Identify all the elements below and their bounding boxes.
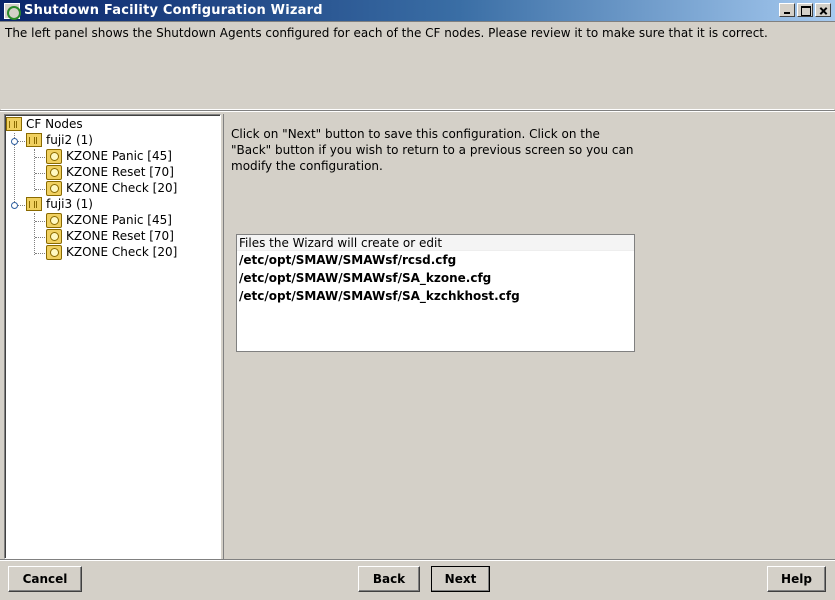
tree-agent-label: KZONE Panic [45] <box>66 149 172 163</box>
cancel-button[interactable]: Cancel <box>8 566 82 592</box>
tree-line <box>35 237 45 238</box>
window-controls <box>779 3 831 17</box>
tree-root-cf-nodes[interactable]: CF Nodes <box>6 116 83 132</box>
next-button-label: Next <box>444 571 477 586</box>
shutdown-agent-icon <box>46 228 62 244</box>
help-button-label: Help <box>781 572 812 586</box>
tree-agent-item[interactable]: KZONE Check [20] <box>46 180 177 196</box>
cancel-button-label: Cancel <box>22 572 68 586</box>
help-button[interactable]: Help <box>767 566 826 592</box>
tree-agent-item[interactable]: KZONE Panic [45] <box>46 148 172 164</box>
back-button[interactable]: Back <box>358 566 420 592</box>
folder-icon <box>26 133 42 147</box>
tree-line <box>35 221 45 222</box>
expand-toggle-icon[interactable] <box>11 202 18 209</box>
list-item[interactable]: /etc/opt/SMAW/SMAWsf/SA_kzchkhost.cfg <box>237 287 634 305</box>
tree-line <box>34 213 35 255</box>
shutdown-agent-icon <box>46 244 62 260</box>
tree-agent-item[interactable]: KZONE Check [20] <box>46 244 177 260</box>
tree-agent-label: KZONE Reset [70] <box>66 229 174 243</box>
tree-agent-item[interactable]: KZONE Reset [70] <box>46 164 174 180</box>
files-list[interactable]: Files the Wizard will create or edit /et… <box>236 234 635 352</box>
divider <box>0 559 835 561</box>
summary-panel: Click on "Next" button to save this conf… <box>223 114 831 559</box>
tree-agent-label: KZONE Check [20] <box>66 181 178 195</box>
next-button[interactable]: Next <box>431 566 490 592</box>
folder-icon <box>6 117 22 131</box>
back-button-label: Back <box>372 572 406 586</box>
tree-line <box>35 253 45 254</box>
tree-line <box>35 157 45 158</box>
app-icon <box>4 2 21 20</box>
minimize-button[interactable] <box>779 3 795 17</box>
tree-agent-label: KZONE Panic [45] <box>66 213 172 227</box>
folder-icon <box>26 197 42 211</box>
files-list-header: Files the Wizard will create or edit <box>237 235 634 251</box>
shutdown-agent-icon <box>46 212 62 228</box>
description-text: The left panel shows the Shutdown Agents… <box>5 26 768 40</box>
tree-line <box>35 173 45 174</box>
tree-node-label: fuji2 (1) <box>46 133 93 147</box>
tree-line <box>34 149 35 191</box>
instructions-text: Click on "Next" button to save this conf… <box>231 127 634 173</box>
maximize-button[interactable] <box>797 3 813 17</box>
cf-nodes-tree[interactable]: CF Nodes fuji2 (1) KZONE Panic [45] KZON… <box>4 114 221 559</box>
tree-agent-item[interactable]: KZONE Panic [45] <box>46 212 172 228</box>
tree-node-fuji3[interactable]: fuji3 (1) <box>26 196 93 212</box>
tree-agent-item[interactable]: KZONE Reset [70] <box>46 228 174 244</box>
tree-node-fuji2[interactable]: fuji2 (1) <box>26 132 93 148</box>
tree-node-label: fuji3 (1) <box>46 197 93 211</box>
list-item[interactable]: /etc/opt/SMAW/SMAWsf/SA_kzone.cfg <box>237 269 634 287</box>
description-panel: The left panel shows the Shutdown Agents… <box>1 22 834 110</box>
close-button[interactable] <box>815 3 831 17</box>
shutdown-agent-icon <box>46 180 62 196</box>
tree-root-label: CF Nodes <box>26 117 83 131</box>
window-title: Shutdown Facility Configuration Wizard <box>24 3 323 18</box>
divider <box>0 110 835 112</box>
list-item[interactable]: /etc/opt/SMAW/SMAWsf/rcsd.cfg <box>237 251 634 269</box>
tree-line <box>35 189 45 190</box>
tree-agent-label: KZONE Reset [70] <box>66 165 174 179</box>
shutdown-agent-icon <box>46 148 62 164</box>
shutdown-agent-icon <box>46 164 62 180</box>
title-bar: Shutdown Facility Configuration Wizard <box>0 0 835 22</box>
expand-toggle-icon[interactable] <box>11 138 18 145</box>
tree-agent-label: KZONE Check [20] <box>66 245 178 259</box>
